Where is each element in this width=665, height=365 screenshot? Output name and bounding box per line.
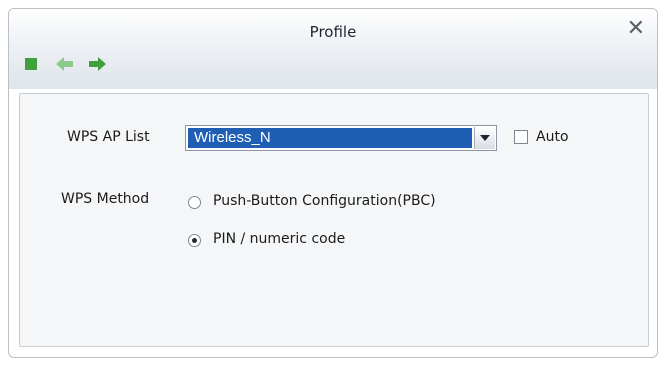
close-icon[interactable]: ✕ [627, 18, 645, 40]
dropdown-button[interactable] [474, 127, 495, 149]
auto-label: Auto [536, 129, 569, 145]
pin-option-label: PIN / numeric code [213, 231, 346, 247]
radio-selected-dot [192, 238, 197, 243]
stop-icon[interactable] [25, 58, 37, 70]
forward-arrow-icon[interactable] [87, 54, 107, 74]
ap-list-dropdown[interactable]: Wireless_N [185, 125, 497, 151]
pbc-option-label: Push-Button Configuration(PBC) [213, 193, 436, 209]
method-label: WPS Method [61, 191, 150, 207]
window-title: Profile [309, 23, 357, 41]
back-arrow-icon[interactable] [55, 54, 75, 74]
profile-window: Profile ✕ WPS AP List Wireless_N Auto WP… [8, 8, 658, 358]
pin-radio[interactable] [188, 234, 201, 247]
title-bar: Profile ✕ [9, 9, 657, 89]
auto-checkbox[interactable] [514, 130, 528, 144]
pbc-radio[interactable] [188, 196, 201, 209]
ap-list-selected-value: Wireless_N [188, 128, 472, 148]
ap-list-label: WPS AP List [67, 129, 150, 145]
toolbar [21, 53, 119, 75]
chevron-down-icon [480, 135, 490, 141]
